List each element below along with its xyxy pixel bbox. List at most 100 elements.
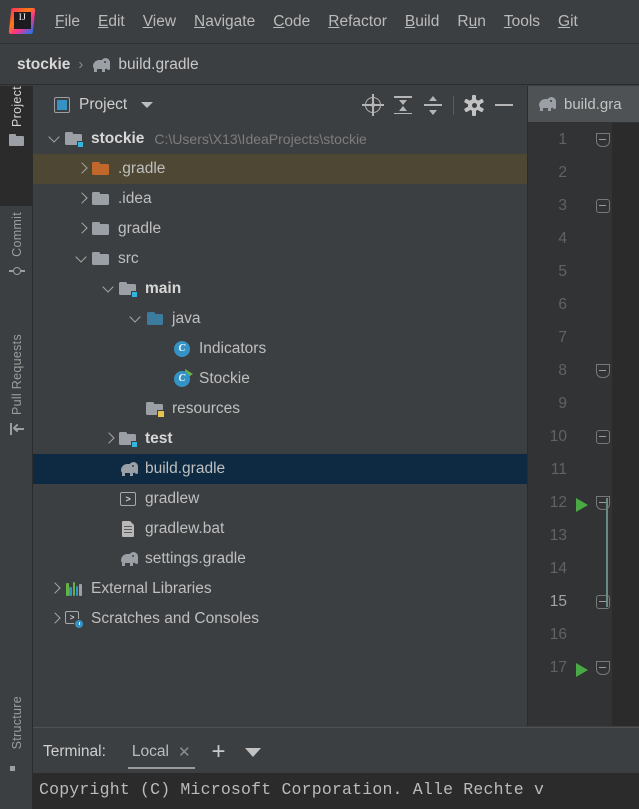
chevron-right-icon[interactable] — [47, 604, 65, 634]
terminal-output[interactable]: Copyright (C) Microsoft Corporation. All… — [33, 773, 639, 809]
tree-item-build-gradle[interactable]: build.gradle — [33, 454, 527, 484]
line-number: 12 — [528, 494, 572, 512]
menu-item-code[interactable]: Code — [264, 9, 319, 35]
menu-item-refactor[interactable]: Refactor — [319, 9, 396, 35]
line-number: 11 — [528, 461, 572, 479]
line-number: 4 — [528, 230, 572, 248]
terminal-tab-active-indicator — [128, 767, 195, 770]
chevron-down-icon[interactable] — [245, 748, 261, 757]
tree-item-gradlew-bat[interactable]: gradlew.bat — [33, 514, 527, 544]
commit-icon — [9, 263, 25, 279]
chevron-right-icon[interactable] — [101, 424, 119, 454]
source-root-folder-icon — [119, 280, 137, 298]
breadcrumb: stockie › build.gradle — [0, 45, 639, 85]
menu-item-build[interactable]: Build — [396, 9, 448, 35]
sidebar-tab-project[interactable]: Project — [0, 86, 33, 206]
chevron-right-icon[interactable] — [74, 154, 92, 184]
chevron-right-icon[interactable] — [47, 574, 65, 604]
project-panel-scrollbar[interactable] — [520, 124, 527, 726]
tree-item-src[interactable]: src — [33, 244, 527, 274]
project-tree[interactable]: stockie C:\Users\X13\IdeaProjects\stockie… — [33, 124, 527, 726]
chevron-down-icon[interactable] — [141, 102, 153, 108]
terminal-output-line: Copyright (C) Microsoft Corporation. All… — [39, 780, 639, 799]
tree-item-stockie[interactable]: C Stockie — [33, 364, 527, 394]
chevron-right-icon[interactable] — [74, 214, 92, 244]
select-opened-file-button[interactable] — [358, 90, 388, 120]
hide-panel-button[interactable] — [489, 90, 519, 120]
intellij-idea-window: IJ FileEditViewNavigateCodeRefactorBuild… — [0, 0, 639, 809]
close-icon[interactable]: ✕ — [178, 743, 191, 761]
java-class-runnable-icon: C — [173, 370, 191, 388]
tree-spacer — [101, 484, 119, 514]
editor-tab-build-gradle[interactable]: build.gra — [528, 86, 639, 123]
sidebar-tab-project-label: Project — [10, 86, 24, 127]
editor-code-area[interactable] — [612, 123, 639, 726]
tree-item-test[interactable]: test — [33, 424, 527, 454]
menu-item-file[interactable]: File — [46, 9, 89, 35]
tree-spacer — [101, 514, 119, 544]
chevron-down-icon[interactable] — [101, 274, 119, 304]
tree-item-gradle[interactable]: gradle — [33, 214, 527, 244]
menu-item-navigate[interactable]: Navigate — [185, 9, 264, 35]
gear-icon[interactable] — [459, 90, 489, 120]
sidebar-tab-structure[interactable]: Structure — [0, 696, 33, 809]
sidebar-tab-commit-label: Commit — [10, 212, 24, 257]
tree-spacer — [101, 454, 119, 484]
menu-bar: IJ FileEditViewNavigateCodeRefactorBuild… — [0, 0, 639, 44]
external-libraries-icon — [65, 580, 83, 598]
tree-item-idea[interactable]: .idea — [33, 184, 527, 214]
tree-item-label: java — [172, 310, 200, 328]
tree-item-scratches-and-consoles[interactable]: >Scratches and Consoles — [33, 604, 527, 634]
plus-icon[interactable]: + — [212, 740, 226, 764]
tree-spacer — [101, 544, 119, 574]
tree-item-indicators[interactable]: CIndicators — [33, 334, 527, 364]
folder-icon — [9, 133, 25, 149]
sidebar-tab-pull-requests-label: Pull Requests — [10, 334, 24, 415]
menu-item-edit[interactable]: Edit — [89, 9, 134, 35]
project-view-icon — [54, 97, 70, 113]
line-number: 1 — [528, 131, 572, 149]
tree-item-resources[interactable]: resources — [33, 394, 527, 424]
menu-item-tools[interactable]: Tools — [495, 9, 549, 35]
tree-item-gradlew[interactable]: >gradlew — [33, 484, 527, 514]
breadcrumb-project[interactable]: stockie — [17, 56, 70, 74]
breadcrumb-file[interactable]: build.gradle — [118, 56, 198, 74]
line-number: 10 — [528, 428, 572, 446]
menu-item-git[interactable]: Git — [549, 9, 587, 35]
tree-item-main[interactable]: main — [33, 274, 527, 304]
gradle-elephant-icon — [119, 550, 137, 568]
chevron-right-icon[interactable] — [74, 184, 92, 214]
line-number: 8 — [528, 362, 572, 380]
menu-item-run[interactable]: Run — [448, 9, 494, 35]
chevron-down-icon[interactable] — [47, 124, 65, 154]
tree-item-label: Stockie — [199, 370, 250, 388]
tree-item-label: gradlew — [145, 490, 199, 508]
line-number: 3 — [528, 197, 572, 215]
line-number: 7 — [528, 329, 572, 347]
line-number: 5 — [528, 263, 572, 281]
sidebar-tab-commit[interactable]: Commit — [0, 212, 33, 328]
folder-grey-icon — [92, 220, 110, 238]
collapse-all-button[interactable] — [418, 90, 448, 120]
terminal-tab-label: Local — [132, 743, 169, 761]
menu-item-view[interactable]: View — [134, 9, 185, 35]
tree-item-external-libraries[interactable]: External Libraries — [33, 574, 527, 604]
tree-item-label: stockie — [91, 130, 144, 148]
chevron-down-icon[interactable] — [74, 244, 92, 274]
folder-grey-icon — [92, 190, 110, 208]
tree-item-label: gradle — [118, 220, 161, 238]
tree-item-path: C:\Users\X13\IdeaProjects\stockie — [154, 131, 366, 147]
tree-item-gradle[interactable]: .gradle — [33, 154, 527, 184]
sidebar-tab-pull-requests[interactable]: Pull Requests — [0, 334, 33, 494]
structure-icon — [9, 755, 25, 771]
tree-spacer — [128, 394, 146, 424]
test-root-folder-icon — [119, 430, 137, 448]
chevron-down-icon[interactable] — [128, 304, 146, 334]
tree-item-settings-gradle[interactable]: settings.gradle — [33, 544, 527, 574]
project-tool-window: Project stockieC:\Users\X13\IdeaProjects… — [33, 86, 527, 726]
tree-item-stockie[interactable]: stockie C:\Users\X13\IdeaProjects\stockie — [33, 124, 527, 154]
terminal-tab-local[interactable]: Local ✕ — [128, 731, 195, 773]
expand-all-button[interactable] — [388, 90, 418, 120]
line-number: 2 — [528, 164, 572, 182]
tree-item-java[interactable]: java — [33, 304, 527, 334]
